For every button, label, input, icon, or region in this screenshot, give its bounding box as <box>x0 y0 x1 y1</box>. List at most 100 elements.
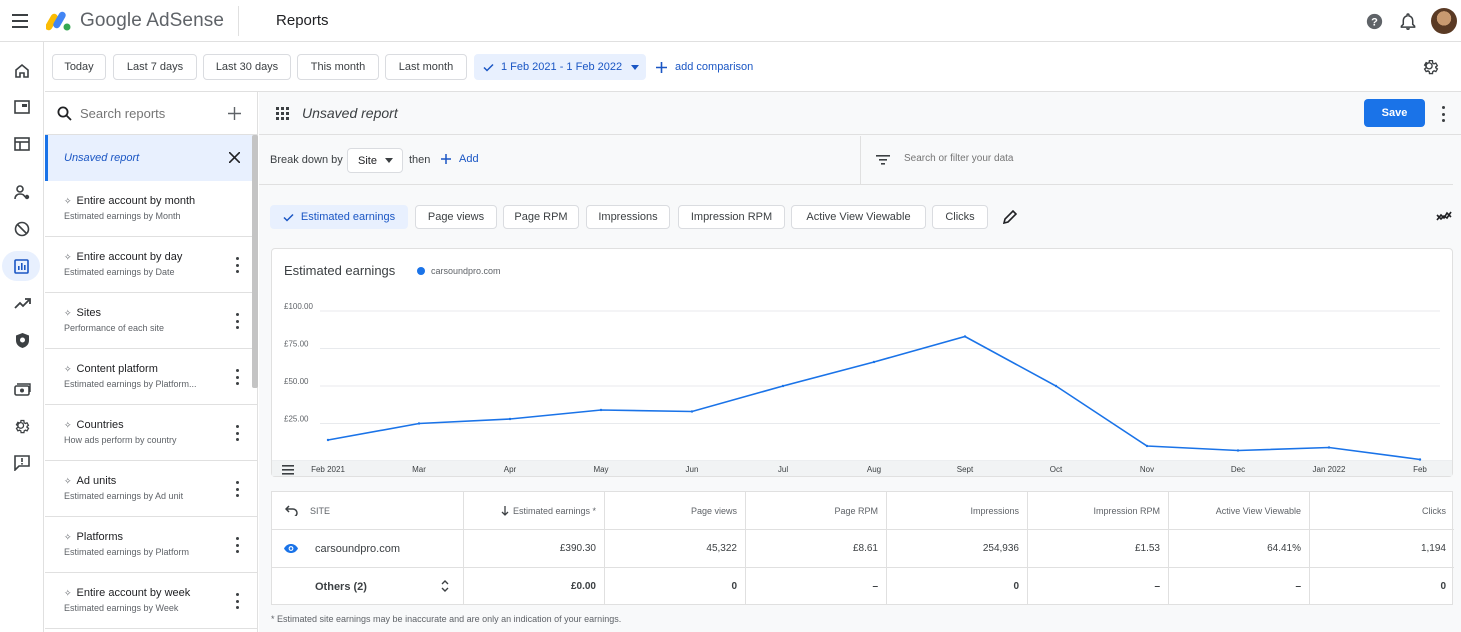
x-axis-band <box>272 461 1452 476</box>
notifications-bell-icon[interactable] <box>1391 4 1425 38</box>
report-more-options-icon[interactable] <box>1437 106 1449 122</box>
data-point[interactable] <box>1418 458 1422 461</box>
more-options-icon[interactable] <box>231 425 243 441</box>
hamburger-menu-icon[interactable] <box>0 0 42 42</box>
data-point[interactable] <box>599 408 603 412</box>
more-options-icon[interactable] <box>231 257 243 273</box>
metric-chip-estimated-earnings[interactable]: Estimated earnings <box>270 205 408 229</box>
clicks-column-header[interactable]: Clicks <box>1310 492 1454 529</box>
column-header-label: Estimated earnings * <box>512 505 596 516</box>
report-item-subtitle: Estimated earnings by Ad unit <box>64 491 184 501</box>
more-options-icon[interactable] <box>231 593 243 609</box>
data-point[interactable] <box>1327 446 1331 449</box>
data-point[interactable] <box>1145 444 1149 448</box>
site-column-header[interactable]: SITE <box>272 492 464 529</box>
ads-icon[interactable] <box>6 92 38 122</box>
date-range-dropdown[interactable]: 1 Feb 2021 - 1 Feb 2022 <box>474 54 646 80</box>
date-chip-last-month[interactable]: Last month <box>385 54 467 80</box>
page-views-cell: 45,322 <box>605 530 746 567</box>
impressions-column-header[interactable]: Impressions <box>887 492 1028 529</box>
metric-chip-impression-rpm[interactable]: Impression RPM <box>678 205 785 229</box>
x-tick-label: Dec <box>1231 465 1245 474</box>
metric-chip-label: Estimated earnings <box>300 211 396 223</box>
more-options-icon[interactable] <box>231 481 243 497</box>
table-row[interactable]: carsoundpro.com £390.30 45,322 £8.61 254… <box>272 530 1454 568</box>
metric-chip-page-rpm[interactable]: Page RPM <box>503 205 579 229</box>
add-comparison-label: add comparison <box>675 61 754 73</box>
account-settings-gear-icon[interactable] <box>6 411 38 441</box>
sidebar-item-content-platform[interactable]: ✧ Content platform Estimated earnings by … <box>45 349 257 405</box>
page-views-column-header[interactable]: Page views <box>605 492 746 529</box>
sidebar-item-entire-account-by-month[interactable]: ✧ Entire account by month Estimated earni… <box>45 181 257 237</box>
sidebar-item-entire-account-by-day[interactable]: ✧ Entire account by day Estimated earning… <box>45 237 257 293</box>
data-point[interactable] <box>417 422 421 425</box>
metric-chip-active-view-viewable[interactable]: Active View Viewable <box>791 205 926 229</box>
expand-collapse-icon[interactable] <box>441 580 449 592</box>
feedback-icon[interactable] <box>6 448 38 478</box>
metric-chip-clicks[interactable]: Clicks <box>932 205 988 229</box>
svg-text:?: ? <box>1371 16 1378 28</box>
sidebar-item-countries[interactable]: ✧ Countries How ads perform by country <box>45 405 257 461</box>
brand-safety-shield-icon[interactable] <box>6 325 38 355</box>
privacy-messaging-icon[interactable] <box>6 177 38 207</box>
filter-data-input[interactable] <box>904 153 1154 164</box>
report-title[interactable]: Unsaved report <box>302 105 398 121</box>
save-button[interactable]: Save <box>1364 99 1425 127</box>
back-undo-icon[interactable] <box>285 505 298 516</box>
edit-pencil-icon[interactable] <box>1003 210 1017 224</box>
series-line-carsoundpro[interactable] <box>327 335 1421 461</box>
apps-grid-icon[interactable] <box>276 107 289 120</box>
data-point[interactable] <box>872 360 876 364</box>
help-icon[interactable]: ? <box>1357 4 1391 38</box>
data-point[interactable] <box>326 438 330 442</box>
data-point[interactable] <box>690 410 694 413</box>
breakdown-dimension-select[interactable]: Site <box>347 148 403 173</box>
optimization-trend-icon[interactable] <box>6 288 38 318</box>
page-rpm-column-header[interactable]: Page RPM <box>746 492 887 529</box>
earnings-column-header[interactable]: Estimated earnings * <box>464 492 605 529</box>
home-icon[interactable] <box>6 56 38 86</box>
sparkle-icon: ✧ <box>64 251 72 262</box>
chart-toggle-icon[interactable] <box>1436 211 1452 221</box>
sidebar-item-sites[interactable]: ✧ Sites Performance of each site <box>45 293 257 349</box>
new-report-plus-icon[interactable] <box>228 107 241 120</box>
search-reports-input[interactable] <box>80 105 210 121</box>
visibility-eye-icon[interactable] <box>283 543 299 554</box>
metric-chip-impressions[interactable]: Impressions <box>586 205 670 229</box>
report-settings-gear-icon[interactable] <box>1422 58 1440 76</box>
data-point[interactable] <box>508 417 512 421</box>
data-point[interactable] <box>781 384 785 388</box>
earnings-line-chart[interactable]: £25.00 £50.00 £75.00 £100.00 Feb 2021 Mar Apr M… <box>272 249 1452 476</box>
payments-icon[interactable] <box>6 374 38 404</box>
date-chip-last-30-days[interactable]: Last 30 days <box>203 54 291 80</box>
blocking-controls-icon[interactable] <box>6 214 38 244</box>
x-tick-label: May <box>593 465 608 474</box>
sidebar-item-unsaved-report[interactable]: Unsaved report <box>45 135 257 181</box>
more-options-icon[interactable] <box>231 313 243 329</box>
reports-icon[interactable] <box>2 251 40 281</box>
table-row-others[interactable]: Others (2) £0.00 0 – 0 – – 0 <box>272 568 1454 605</box>
date-range-bar: Today Last 7 days Last 30 days This mont… <box>45 42 1461 92</box>
adsense-logo[interactable]: Google AdSense <box>46 10 224 32</box>
date-chip-this-month[interactable]: This month <box>297 54 379 80</box>
add-comparison-button[interactable]: add comparison <box>656 54 753 80</box>
add-breakdown-button[interactable]: Add <box>441 153 479 165</box>
data-point[interactable] <box>1054 384 1058 388</box>
sidebar-item-platforms[interactable]: ✧ Platforms Estimated earnings by Platfor… <box>45 517 257 573</box>
more-options-icon[interactable] <box>231 369 243 385</box>
active-view-column-header[interactable]: Active View Viewable <box>1169 492 1310 529</box>
user-avatar[interactable] <box>1431 8 1457 34</box>
sidebar-item-ad-units[interactable]: ✧ Ad units Estimated earnings by Ad unit <box>45 461 257 517</box>
data-point[interactable] <box>1236 449 1240 452</box>
sidebar-scrollbar[interactable] <box>252 135 258 388</box>
data-point[interactable] <box>963 335 967 338</box>
chart-menu-icon[interactable] <box>282 465 294 475</box>
more-options-icon[interactable] <box>231 537 243 553</box>
date-chip-last-7-days[interactable]: Last 7 days <box>113 54 197 80</box>
sites-icon[interactable] <box>6 129 38 159</box>
sidebar-item-entire-account-by-week[interactable]: ✧ Entire account by week Estimated earnin… <box>45 573 257 629</box>
impression-rpm-column-header[interactable]: Impression RPM <box>1028 492 1169 529</box>
metric-chip-page-views[interactable]: Page views <box>415 205 497 229</box>
date-chip-today[interactable]: Today <box>52 54 106 80</box>
close-icon[interactable] <box>229 152 240 163</box>
